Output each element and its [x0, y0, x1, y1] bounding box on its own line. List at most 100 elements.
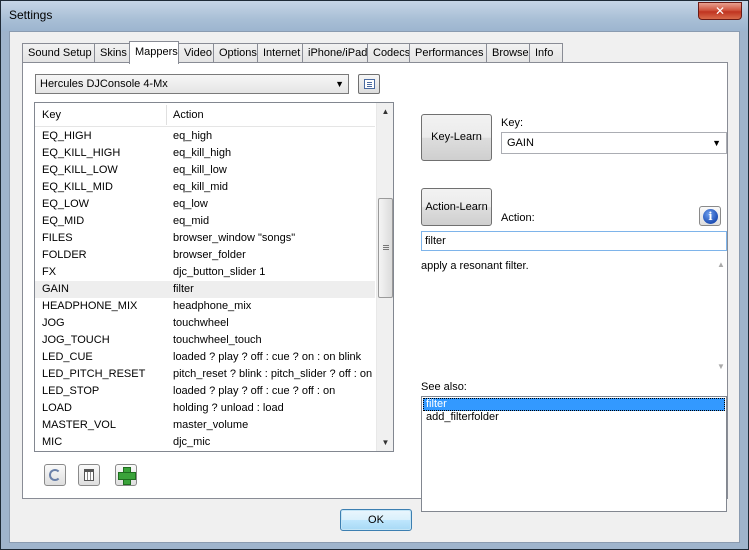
row-action: browser_window "songs": [173, 232, 296, 244]
row-action: headphone_mix: [173, 300, 252, 312]
tab-options[interactable]: Options: [213, 43, 258, 63]
device-combo[interactable]: Hercules DJConsole 4-Mx ▼: [35, 74, 349, 94]
table-row[interactable]: LOAD holding ? unload : load: [35, 400, 375, 417]
key-learn-button[interactable]: Key-Learn: [421, 114, 492, 161]
list-item[interactable]: add_filterfolder: [423, 411, 725, 424]
row-key: FILES: [42, 232, 73, 244]
reload-button[interactable]: [44, 464, 66, 486]
key-combo-value: GAIN: [507, 137, 534, 149]
row-action: djc_button_slider 1: [173, 266, 266, 278]
row-key: FOLDER: [42, 249, 87, 261]
info-button[interactable]: i: [699, 206, 721, 226]
table-row[interactable]: EQ_MID eq_mid: [35, 213, 375, 230]
row-action: master_volume: [173, 419, 249, 431]
action-learn-button[interactable]: Action-Learn: [421, 188, 492, 226]
row-key: LED_CUE: [42, 351, 93, 363]
table-row[interactable]: MIC djc_mic: [35, 434, 375, 451]
close-icon: ✕: [714, 4, 726, 18]
list-scrollbar[interactable]: ▲ ▼: [376, 103, 393, 451]
table-row[interactable]: LED_PITCH_RESET pitch_reset ? blink : pit…: [35, 366, 375, 383]
info-icon: i: [703, 209, 718, 224]
row-key: JOG_TOUCH: [42, 334, 110, 346]
row-action: djc_mic: [173, 436, 211, 448]
tab-info[interactable]: Info: [529, 43, 563, 63]
scroll-down-icon[interactable]: ▼: [377, 434, 393, 451]
table-row[interactable]: LED_CUE loaded ? play ? off : cue ? on : …: [35, 349, 375, 366]
row-action: loaded ? play ? off : cue ? off : on: [173, 385, 336, 397]
list-view-button[interactable]: [358, 74, 380, 94]
row-key: EQ_LOW: [42, 198, 90, 210]
mapping-list[interactable]: Key Action EQ_HIGH eq_high EQ_KILL_HIGH eq_…: [34, 102, 394, 452]
tab-internet[interactable]: Internet: [257, 43, 303, 63]
row-action: eq_mid: [173, 215, 210, 227]
delete-button[interactable]: [78, 464, 100, 486]
close-button[interactable]: ✕: [698, 2, 742, 20]
row-action: eq_kill_high: [173, 147, 232, 159]
chevron-down-icon: ▼: [335, 79, 344, 89]
description-scrollbar[interactable]: ▲ ▼: [715, 257, 727, 373]
action-label: Action:: [501, 212, 535, 224]
row-key: HEADPHONE_MIX: [42, 300, 138, 312]
row-action: eq_kill_low: [173, 164, 227, 176]
column-divider[interactable]: [166, 105, 167, 125]
row-action: eq_low: [173, 198, 208, 210]
table-row[interactable]: EQ_LOW eq_low: [35, 196, 375, 213]
column-header-action[interactable]: Action: [173, 109, 204, 121]
table-row[interactable]: JOG touchwheel: [35, 315, 375, 332]
mappers-tab-panel: Hercules DJConsole 4-Mx ▼ Key Action EQ_…: [22, 62, 728, 512]
row-action: touchwheel_touch: [173, 334, 262, 346]
table-row[interactable]: JOG_TOUCH touchwheel_touch: [35, 332, 375, 349]
ok-button[interactable]: OK: [340, 509, 412, 531]
scroll-down-icon[interactable]: ▼: [715, 362, 727, 371]
row-key: EQ_HIGH: [42, 130, 92, 142]
table-row[interactable]: GAIN filter: [35, 281, 375, 298]
column-header-key[interactable]: Key: [42, 109, 61, 121]
table-row[interactable]: EQ_KILL_HIGH eq_kill_high: [35, 145, 375, 162]
key-combo[interactable]: GAIN ▼: [501, 132, 727, 154]
description-text: apply a resonant filter.: [421, 260, 529, 272]
tab-performances[interactable]: Performances: [409, 43, 487, 63]
scroll-up-icon[interactable]: ▲: [377, 103, 393, 120]
row-key: LED_PITCH_RESET: [42, 368, 146, 380]
list-view-icon: [364, 79, 375, 89]
tab-mappers[interactable]: Mappers: [129, 41, 179, 64]
table-row[interactable]: MASTER_VOL master_volume: [35, 417, 375, 434]
reload-icon: [49, 469, 61, 481]
add-button[interactable]: [115, 464, 137, 486]
see-also-label: See also:: [421, 381, 467, 393]
grip-icon: [383, 244, 389, 246]
key-label: Key:: [501, 117, 524, 129]
trash-icon: [84, 469, 94, 481]
table-row[interactable]: EQ_KILL_LOW eq_kill_low: [35, 162, 375, 179]
scroll-up-icon[interactable]: ▲: [715, 260, 727, 269]
window-title: Settings: [9, 8, 53, 22]
row-key: EQ_KILL_LOW: [42, 164, 118, 176]
device-combo-value: Hercules DJConsole 4-Mx: [40, 78, 168, 90]
list-item[interactable]: filter: [423, 398, 725, 411]
add-icon: [118, 467, 136, 485]
row-action: eq_high: [173, 130, 213, 142]
table-row[interactable]: FOLDER browser_folder: [35, 247, 375, 264]
table-row[interactable]: EQ_KILL_MID eq_kill_mid: [35, 179, 375, 196]
table-row[interactable]: FILES browser_window "songs": [35, 230, 375, 247]
tab-skins[interactable]: Skins: [94, 43, 130, 63]
chevron-down-icon: ▼: [712, 138, 721, 148]
tab-codecs[interactable]: Codecs: [367, 43, 410, 63]
row-key: FX: [42, 266, 57, 278]
table-row[interactable]: HEADPHONE_MIX headphone_mix: [35, 298, 375, 315]
tab-video[interactable]: Video: [178, 43, 214, 63]
tab-iphone-ipad[interactable]: iPhone/iPad: [302, 43, 368, 63]
action-field[interactable]: filter: [421, 231, 727, 251]
tab-sound-setup[interactable]: Sound Setup: [22, 43, 95, 63]
table-row[interactable]: EQ_HIGH eq_high: [35, 128, 375, 145]
row-action: browser_folder: [173, 249, 246, 261]
table-row[interactable]: FX djc_button_slider 1: [35, 264, 375, 281]
tab-browser[interactable]: Browser: [486, 43, 532, 63]
row-action: filter: [173, 283, 194, 295]
row-action: pitch_reset ? blink : pitch_slider ? off…: [173, 368, 373, 380]
see-also-list[interactable]: filter add_filterfolder: [421, 396, 727, 512]
table-row[interactable]: LED_STOP loaded ? play ? off : cue ? off …: [35, 383, 375, 400]
scroll-thumb[interactable]: [378, 197, 393, 298]
row-action: holding ? unload : load: [173, 402, 284, 414]
list-header: Key Action: [35, 103, 375, 127]
